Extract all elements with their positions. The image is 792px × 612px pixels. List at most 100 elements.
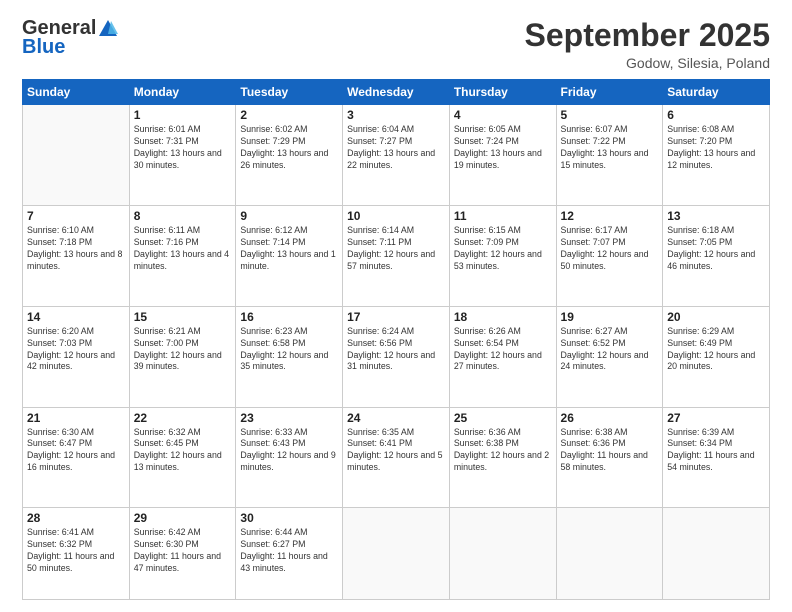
header: General Blue September 2025 Godow, Siles… <box>22 18 770 71</box>
col-monday: Monday <box>129 80 236 105</box>
day-info: Sunrise: 6:44 AM Sunset: 6:27 PM Dayligh… <box>240 527 338 575</box>
day-number: 8 <box>134 209 232 223</box>
table-row: 18 Sunrise: 6:26 AM Sunset: 6:54 PM Dayl… <box>449 306 556 407</box>
table-row: 27 Sunrise: 6:39 AM Sunset: 6:34 PM Dayl… <box>663 407 770 508</box>
day-info: Sunrise: 6:24 AM Sunset: 6:56 PM Dayligh… <box>347 326 445 374</box>
day-info: Sunrise: 6:05 AM Sunset: 7:24 PM Dayligh… <box>454 124 552 172</box>
day-info: Sunrise: 6:02 AM Sunset: 7:29 PM Dayligh… <box>240 124 338 172</box>
day-info: Sunrise: 6:07 AM Sunset: 7:22 PM Dayligh… <box>561 124 659 172</box>
table-row <box>23 105 130 206</box>
day-number: 22 <box>134 411 232 425</box>
table-row: 26 Sunrise: 6:38 AM Sunset: 6:36 PM Dayl… <box>556 407 663 508</box>
logo-general-text: General <box>22 18 96 38</box>
day-info: Sunrise: 6:41 AM Sunset: 6:32 PM Dayligh… <box>27 527 125 575</box>
day-number: 5 <box>561 108 659 122</box>
day-number: 9 <box>240 209 338 223</box>
day-number: 20 <box>667 310 765 324</box>
table-row: 22 Sunrise: 6:32 AM Sunset: 6:45 PM Dayl… <box>129 407 236 508</box>
table-row <box>343 508 450 600</box>
week-row-3: 14 Sunrise: 6:20 AM Sunset: 7:03 PM Dayl… <box>23 306 770 407</box>
logo-blue-text: Blue <box>22 36 65 59</box>
day-info: Sunrise: 6:33 AM Sunset: 6:43 PM Dayligh… <box>240 427 338 475</box>
table-row: 20 Sunrise: 6:29 AM Sunset: 6:49 PM Dayl… <box>663 306 770 407</box>
day-number: 2 <box>240 108 338 122</box>
day-number: 25 <box>454 411 552 425</box>
col-wednesday: Wednesday <box>343 80 450 105</box>
day-info: Sunrise: 6:01 AM Sunset: 7:31 PM Dayligh… <box>134 124 232 172</box>
table-row: 14 Sunrise: 6:20 AM Sunset: 7:03 PM Dayl… <box>23 306 130 407</box>
table-row: 1 Sunrise: 6:01 AM Sunset: 7:31 PM Dayli… <box>129 105 236 206</box>
day-number: 21 <box>27 411 125 425</box>
day-info: Sunrise: 6:32 AM Sunset: 6:45 PM Dayligh… <box>134 427 232 475</box>
col-friday: Friday <box>556 80 663 105</box>
col-thursday: Thursday <box>449 80 556 105</box>
calendar-table: Sunday Monday Tuesday Wednesday Thursday… <box>22 79 770 600</box>
week-row-4: 21 Sunrise: 6:30 AM Sunset: 6:47 PM Dayl… <box>23 407 770 508</box>
day-info: Sunrise: 6:36 AM Sunset: 6:38 PM Dayligh… <box>454 427 552 475</box>
day-info: Sunrise: 6:27 AM Sunset: 6:52 PM Dayligh… <box>561 326 659 374</box>
day-info: Sunrise: 6:21 AM Sunset: 7:00 PM Dayligh… <box>134 326 232 374</box>
table-row: 16 Sunrise: 6:23 AM Sunset: 6:58 PM Dayl… <box>236 306 343 407</box>
table-row: 11 Sunrise: 6:15 AM Sunset: 7:09 PM Dayl… <box>449 205 556 306</box>
table-row: 24 Sunrise: 6:35 AM Sunset: 6:41 PM Dayl… <box>343 407 450 508</box>
logo: General Blue <box>22 18 119 59</box>
table-row: 13 Sunrise: 6:18 AM Sunset: 7:05 PM Dayl… <box>663 205 770 306</box>
day-info: Sunrise: 6:30 AM Sunset: 6:47 PM Dayligh… <box>27 427 125 475</box>
week-row-1: 1 Sunrise: 6:01 AM Sunset: 7:31 PM Dayli… <box>23 105 770 206</box>
table-row: 3 Sunrise: 6:04 AM Sunset: 7:27 PM Dayli… <box>343 105 450 206</box>
day-number: 16 <box>240 310 338 324</box>
table-row: 8 Sunrise: 6:11 AM Sunset: 7:16 PM Dayli… <box>129 205 236 306</box>
day-number: 23 <box>240 411 338 425</box>
day-number: 24 <box>347 411 445 425</box>
col-sunday: Sunday <box>23 80 130 105</box>
day-number: 13 <box>667 209 765 223</box>
day-number: 1 <box>134 108 232 122</box>
day-number: 30 <box>240 511 338 525</box>
day-info: Sunrise: 6:26 AM Sunset: 6:54 PM Dayligh… <box>454 326 552 374</box>
week-row-5: 28 Sunrise: 6:41 AM Sunset: 6:32 PM Dayl… <box>23 508 770 600</box>
table-row <box>556 508 663 600</box>
col-saturday: Saturday <box>663 80 770 105</box>
table-row: 4 Sunrise: 6:05 AM Sunset: 7:24 PM Dayli… <box>449 105 556 206</box>
page: General Blue September 2025 Godow, Siles… <box>0 0 792 612</box>
day-number: 10 <box>347 209 445 223</box>
table-row: 6 Sunrise: 6:08 AM Sunset: 7:20 PM Dayli… <box>663 105 770 206</box>
table-row: 15 Sunrise: 6:21 AM Sunset: 7:00 PM Dayl… <box>129 306 236 407</box>
day-info: Sunrise: 6:12 AM Sunset: 7:14 PM Dayligh… <box>240 225 338 273</box>
day-number: 14 <box>27 310 125 324</box>
table-row: 30 Sunrise: 6:44 AM Sunset: 6:27 PM Dayl… <box>236 508 343 600</box>
day-number: 28 <box>27 511 125 525</box>
day-info: Sunrise: 6:11 AM Sunset: 7:16 PM Dayligh… <box>134 225 232 273</box>
month-title: September 2025 <box>525 18 770 53</box>
table-row: 2 Sunrise: 6:02 AM Sunset: 7:29 PM Dayli… <box>236 105 343 206</box>
day-info: Sunrise: 6:18 AM Sunset: 7:05 PM Dayligh… <box>667 225 765 273</box>
day-info: Sunrise: 6:08 AM Sunset: 7:20 PM Dayligh… <box>667 124 765 172</box>
day-number: 15 <box>134 310 232 324</box>
table-row: 10 Sunrise: 6:14 AM Sunset: 7:11 PM Dayl… <box>343 205 450 306</box>
day-info: Sunrise: 6:39 AM Sunset: 6:34 PM Dayligh… <box>667 427 765 475</box>
day-number: 18 <box>454 310 552 324</box>
day-number: 7 <box>27 209 125 223</box>
day-info: Sunrise: 6:17 AM Sunset: 7:07 PM Dayligh… <box>561 225 659 273</box>
location: Godow, Silesia, Poland <box>525 55 770 71</box>
table-row: 29 Sunrise: 6:42 AM Sunset: 6:30 PM Dayl… <box>129 508 236 600</box>
day-number: 12 <box>561 209 659 223</box>
logo-icon <box>97 19 119 37</box>
table-row: 9 Sunrise: 6:12 AM Sunset: 7:14 PM Dayli… <box>236 205 343 306</box>
day-number: 3 <box>347 108 445 122</box>
table-row: 23 Sunrise: 6:33 AM Sunset: 6:43 PM Dayl… <box>236 407 343 508</box>
day-info: Sunrise: 6:38 AM Sunset: 6:36 PM Dayligh… <box>561 427 659 475</box>
calendar-header-row: Sunday Monday Tuesday Wednesday Thursday… <box>23 80 770 105</box>
day-number: 27 <box>667 411 765 425</box>
table-row: 28 Sunrise: 6:41 AM Sunset: 6:32 PM Dayl… <box>23 508 130 600</box>
day-info: Sunrise: 6:29 AM Sunset: 6:49 PM Dayligh… <box>667 326 765 374</box>
day-info: Sunrise: 6:14 AM Sunset: 7:11 PM Dayligh… <box>347 225 445 273</box>
table-row: 25 Sunrise: 6:36 AM Sunset: 6:38 PM Dayl… <box>449 407 556 508</box>
day-info: Sunrise: 6:23 AM Sunset: 6:58 PM Dayligh… <box>240 326 338 374</box>
day-info: Sunrise: 6:10 AM Sunset: 7:18 PM Dayligh… <box>27 225 125 273</box>
table-row <box>449 508 556 600</box>
table-row: 12 Sunrise: 6:17 AM Sunset: 7:07 PM Dayl… <box>556 205 663 306</box>
table-row <box>663 508 770 600</box>
day-info: Sunrise: 6:42 AM Sunset: 6:30 PM Dayligh… <box>134 527 232 575</box>
table-row: 19 Sunrise: 6:27 AM Sunset: 6:52 PM Dayl… <box>556 306 663 407</box>
